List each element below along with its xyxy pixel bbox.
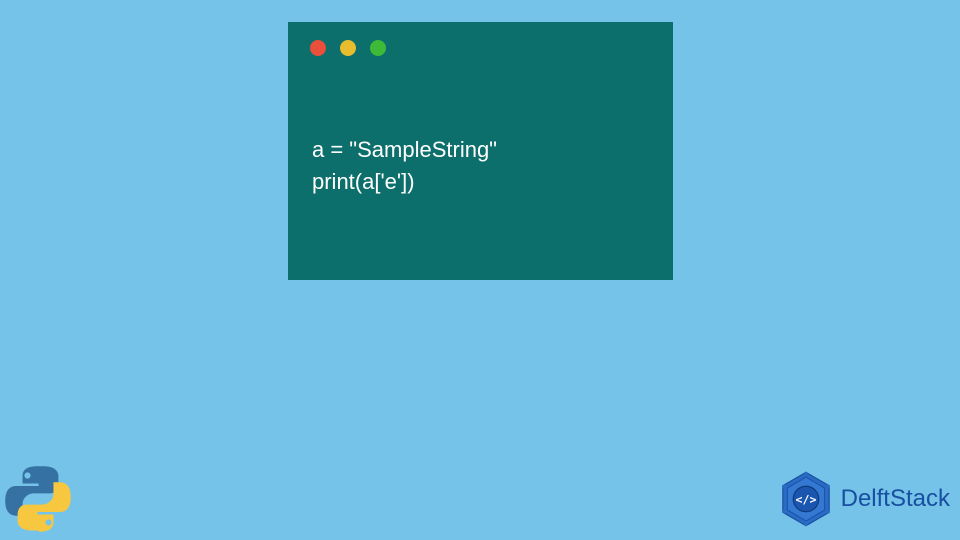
code-window: a = "SampleString" print(a['e']) [288, 22, 673, 280]
code-line-1: a = "SampleString" [312, 137, 497, 162]
code-line-2: print(a['e']) [312, 169, 415, 194]
svg-text:</>: </> [795, 493, 816, 507]
brand-logo: </> DelftStack [777, 470, 950, 528]
brand-name: DelftStack [841, 485, 950, 513]
python-logo-icon [4, 464, 72, 534]
minimize-icon [340, 40, 356, 56]
close-icon [310, 40, 326, 56]
code-content: a = "SampleString" print(a['e']) [288, 64, 673, 198]
maximize-icon [370, 40, 386, 56]
window-titlebar [288, 22, 673, 64]
delftstack-medallion-icon: </> [777, 470, 835, 528]
